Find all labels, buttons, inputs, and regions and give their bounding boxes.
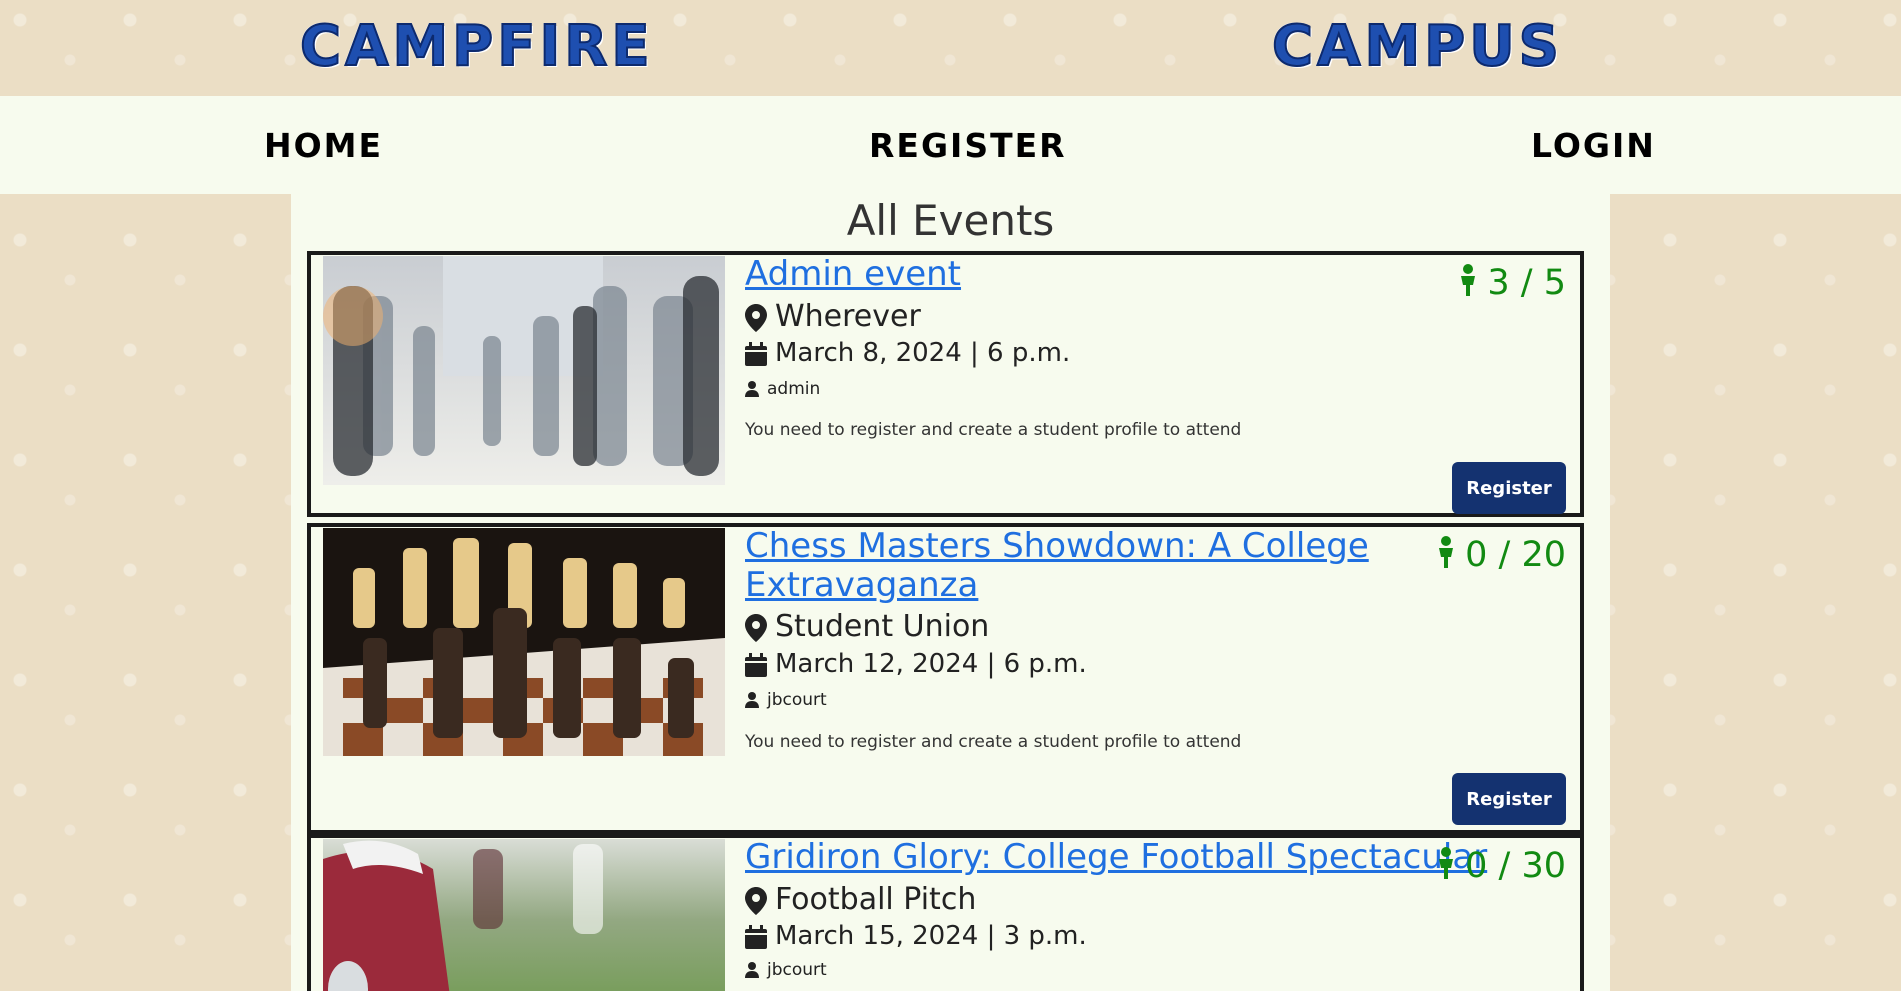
register-button[interactable]: Register xyxy=(1452,773,1566,825)
user-icon xyxy=(745,962,759,978)
event-author: admin xyxy=(745,379,820,399)
map-pin-icon xyxy=(745,613,767,642)
event-image-chess[interactable] xyxy=(323,528,725,756)
event-title-link[interactable]: Admin event xyxy=(745,255,1465,294)
brand-logo-left[interactable]: CAMPFIRE xyxy=(299,13,654,80)
calendar-icon xyxy=(745,341,767,366)
person-icon xyxy=(1435,535,1457,577)
event-location: Student Union xyxy=(745,609,989,644)
event-author: jbcourt xyxy=(745,690,827,710)
nav-register-link[interactable]: REGISTER xyxy=(869,126,1067,165)
event-card: Gridiron Glory: College Football Spectac… xyxy=(307,834,1584,991)
main-nav: HOME REGISTER LOGIN xyxy=(0,96,1901,194)
event-datetime: March 15, 2024 | 3 p.m. xyxy=(745,921,1087,951)
event-location: Wherever xyxy=(745,299,921,334)
event-card: Chess Masters Showdown: A College Extrav… xyxy=(307,523,1584,834)
map-pin-icon xyxy=(745,303,767,332)
user-icon xyxy=(745,692,759,708)
event-notice: You need to register and create a studen… xyxy=(745,420,1242,440)
attendance-count: 3 / 5 xyxy=(1457,263,1566,305)
event-location: Football Pitch xyxy=(745,882,976,917)
nav-home-link[interactable]: HOME xyxy=(264,126,383,165)
attendance-count: 0 / 20 xyxy=(1435,535,1566,577)
map-pin-icon xyxy=(745,886,767,915)
person-icon xyxy=(1435,846,1457,888)
event-image-crowd[interactable] xyxy=(323,256,725,485)
event-notice: You need to register and create a studen… xyxy=(745,732,1242,752)
calendar-icon xyxy=(745,652,767,677)
register-button[interactable]: Register xyxy=(1452,462,1566,514)
brand-logo-right[interactable]: CAMPUS xyxy=(1271,13,1563,80)
nav-login-link[interactable]: LOGIN xyxy=(1531,126,1656,165)
event-datetime: March 12, 2024 | 6 p.m. xyxy=(745,649,1087,679)
event-image-football[interactable] xyxy=(323,839,725,991)
event-author: jbcourt xyxy=(745,960,827,980)
attendance-count: 0 / 30 xyxy=(1435,846,1566,888)
page-title: All Events xyxy=(846,196,1055,245)
site-header: CAMPFIRE CAMPUS xyxy=(0,0,1901,96)
event-datetime: March 8, 2024 | 6 p.m. xyxy=(745,338,1070,368)
event-title-link[interactable]: Gridiron Glory: College Football Spectac… xyxy=(745,838,1505,877)
user-icon xyxy=(745,381,759,397)
calendar-icon xyxy=(745,924,767,949)
event-card: Admin event 3 / 5 Wherever March 8, 2024… xyxy=(307,251,1584,517)
event-title-link[interactable]: Chess Masters Showdown: A College Extrav… xyxy=(745,527,1465,605)
events-panel: All Events Admin event 3 / 5 Wherever Ma… xyxy=(291,194,1610,991)
person-icon xyxy=(1457,263,1479,305)
